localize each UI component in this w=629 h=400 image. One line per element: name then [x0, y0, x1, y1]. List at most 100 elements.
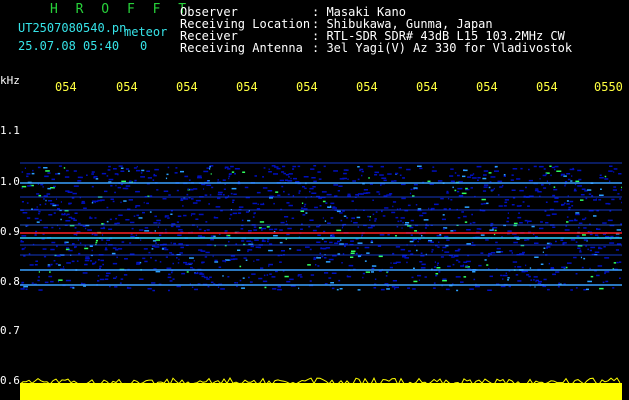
noise-speck	[292, 165, 297, 168]
noise-speck	[195, 199, 201, 202]
y-tick: 1.0	[0, 175, 20, 188]
noise-speck	[212, 255, 214, 258]
noise-speck	[169, 280, 173, 282]
noise-speck	[503, 175, 506, 177]
noise-speck	[543, 168, 546, 170]
noise-speck	[273, 173, 278, 175]
noise-speck	[138, 217, 143, 219]
noise-speck	[91, 171, 95, 173]
noise-speck	[472, 271, 476, 273]
noise-speck	[554, 197, 559, 199]
noise-speck	[207, 285, 210, 288]
noise-speck	[43, 198, 45, 200]
noise-speck	[494, 229, 497, 232]
noise-speck	[79, 242, 82, 244]
noise-speck	[120, 170, 125, 172]
noise-speck	[480, 234, 485, 236]
noise-speck	[210, 173, 212, 175]
noise-speck	[431, 170, 437, 172]
noise-speck	[298, 192, 301, 194]
noise-speck	[241, 287, 245, 289]
noise-speck	[550, 267, 554, 269]
noise-speck	[97, 259, 100, 261]
noise-speck	[192, 202, 198, 204]
noise-speck	[273, 235, 278, 237]
noise-speck	[157, 226, 159, 228]
noise-speck	[370, 271, 374, 273]
noise-speck	[341, 226, 343, 229]
noise-speck	[59, 227, 61, 230]
noise-speck	[443, 208, 447, 210]
noise-speck	[56, 198, 57, 200]
x-tick: 054	[476, 80, 498, 94]
noise-speck	[587, 280, 592, 283]
noise-speck	[51, 226, 54, 229]
noise-speck	[300, 276, 303, 278]
noise-speck	[434, 261, 436, 263]
noise-speck	[387, 234, 390, 236]
noise-speck	[469, 288, 474, 290]
noise-speck	[73, 170, 77, 172]
noise-speck	[454, 250, 460, 252]
noise-speck	[20, 288, 25, 290]
noise-speck	[34, 264, 38, 266]
noise-speck	[21, 201, 24, 203]
noise-speck	[81, 202, 86, 204]
noise-speck	[357, 255, 362, 257]
noise-speck	[334, 242, 339, 244]
noise-speck	[101, 223, 104, 225]
noise-speck	[61, 213, 66, 216]
noise-speck	[517, 216, 522, 219]
noise-speck	[379, 174, 384, 176]
noise-speck	[374, 171, 379, 174]
noise-speck	[490, 189, 494, 191]
noise-speck	[500, 274, 503, 277]
noise-speck	[408, 250, 411, 252]
noise-speck	[585, 197, 588, 200]
noise-speck	[519, 222, 523, 224]
noise-speck	[561, 266, 566, 269]
noise-speck	[242, 277, 245, 279]
noise-speck	[371, 265, 377, 267]
noise-speck	[43, 195, 48, 197]
noise-speck	[407, 287, 410, 289]
noise-speck	[551, 166, 555, 169]
noise-speck	[176, 225, 181, 228]
noise-speck	[445, 288, 450, 291]
noise-speck	[120, 167, 124, 169]
noise-speck	[232, 199, 235, 201]
noise-speck	[471, 241, 474, 244]
noise-speck	[298, 287, 300, 290]
noise-speck	[409, 192, 412, 195]
noise-speck	[353, 222, 358, 224]
noise-speck	[282, 165, 286, 168]
noise-speck	[471, 213, 473, 216]
noise-speck	[507, 277, 510, 279]
noise-speck	[222, 194, 225, 196]
noise-speck	[38, 194, 42, 197]
noise-speck	[413, 267, 415, 270]
noise-speck	[489, 275, 493, 278]
noise-speck	[562, 243, 565, 245]
noise-speck	[118, 214, 123, 216]
noise-speck	[325, 261, 331, 263]
noise-speck	[571, 205, 574, 207]
noise-speck	[105, 278, 109, 280]
noise-speck	[507, 217, 510, 219]
noise-speck	[199, 272, 203, 274]
noise-speck	[392, 201, 397, 203]
noise-speck	[502, 184, 504, 187]
noise-speck	[154, 246, 160, 248]
noise-speck	[136, 261, 140, 264]
noise-speck	[376, 191, 380, 193]
noise-speck	[424, 227, 427, 229]
noise-speck	[176, 257, 178, 259]
noise-speck	[619, 277, 621, 279]
noise-speck	[43, 226, 48, 229]
noise-speck	[155, 239, 160, 241]
noise-speck	[400, 217, 405, 219]
noise-speck	[303, 205, 306, 208]
noise-speck	[204, 256, 208, 258]
noise-speck	[584, 217, 587, 219]
noise-speck	[57, 208, 60, 210]
